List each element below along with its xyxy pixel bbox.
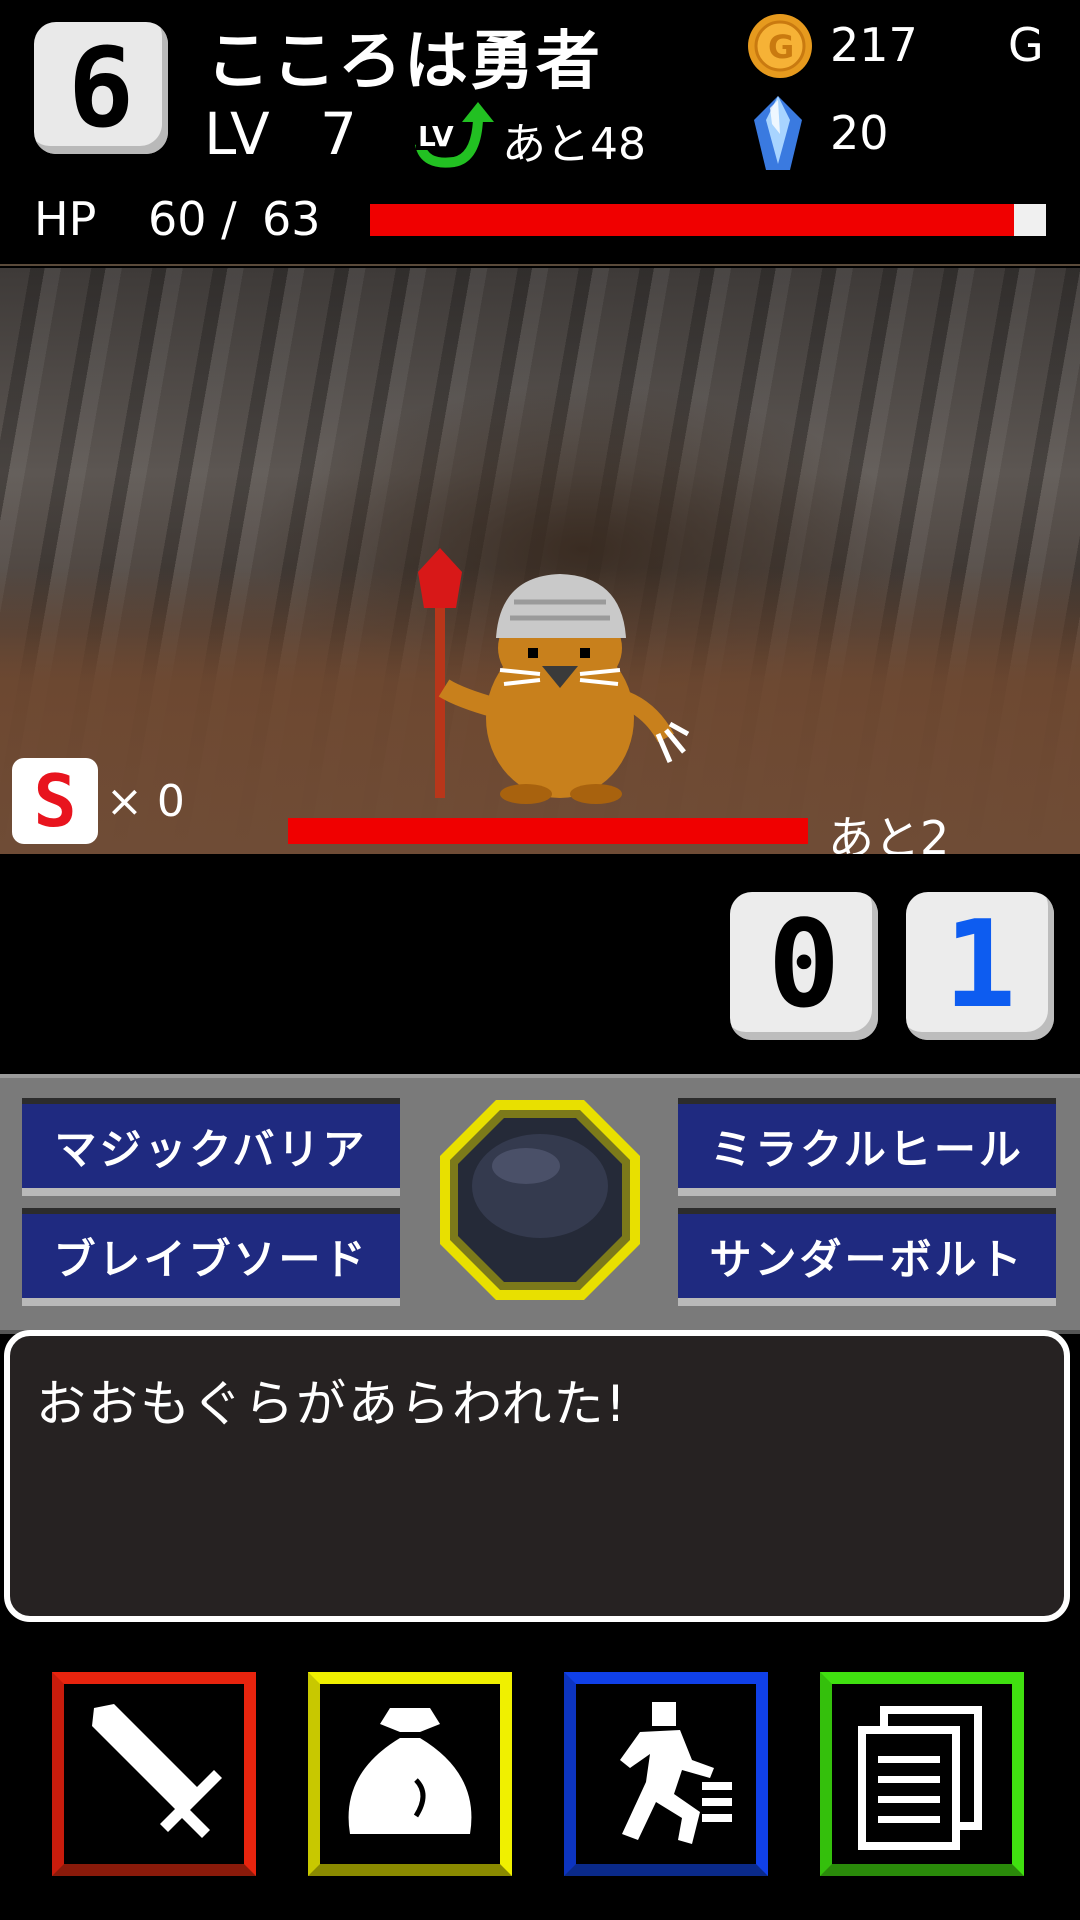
battle-scene: S × 0 あと2 bbox=[0, 268, 1080, 854]
skill-magic-barrier-button[interactable]: マジックバリア bbox=[22, 1098, 400, 1196]
battle-message: おおもぐらがあらわれた! bbox=[36, 1375, 628, 1433]
combo-digit-ones-value: 1 bbox=[943, 896, 1017, 1035]
player-name: こころは勇者 bbox=[206, 25, 602, 99]
enemy-remaining: あと2 bbox=[828, 811, 950, 854]
bag-icon bbox=[348, 1708, 472, 1834]
player-hp-fill bbox=[370, 204, 1014, 236]
item-button[interactable] bbox=[308, 1672, 512, 1876]
header-divider bbox=[0, 264, 1080, 266]
sword-icon bbox=[92, 1704, 222, 1838]
s-rank-letter: S bbox=[33, 759, 77, 843]
level-label: LV bbox=[204, 100, 270, 168]
message-box: おおもぐらがあらわれた! bbox=[4, 1330, 1070, 1622]
next-level-remaining: あと48 bbox=[502, 119, 646, 170]
level-up-icon: LV bbox=[415, 102, 494, 168]
skill-orb-button[interactable] bbox=[436, 1096, 644, 1304]
gold-coin-icon: G bbox=[748, 14, 812, 78]
s-rank-badge: S bbox=[12, 758, 98, 844]
crystal-value: 20 bbox=[830, 106, 889, 160]
floor-badge: 6 bbox=[34, 22, 168, 154]
mole-monster[interactable] bbox=[400, 548, 690, 808]
enemy-hp-bar bbox=[288, 818, 808, 844]
svg-text:LV: LV bbox=[418, 120, 454, 153]
skill-thunderbolt-button[interactable]: サンダーボルト bbox=[678, 1208, 1056, 1306]
hp-current: 60 / bbox=[148, 192, 237, 246]
combo-digit-tens: 0 bbox=[730, 892, 878, 1040]
menu-button[interactable] bbox=[820, 1672, 1024, 1876]
skill-miracle-heal-button[interactable]: ミラクルヒール bbox=[678, 1098, 1056, 1196]
skill-brave-sword-button[interactable]: ブレイブソード bbox=[22, 1208, 400, 1306]
attack-button[interactable] bbox=[52, 1672, 256, 1876]
floor-number: 6 bbox=[67, 24, 135, 152]
combo-digit-ones: 1 bbox=[906, 892, 1054, 1040]
combo-digit-tens-value: 0 bbox=[767, 896, 841, 1035]
crystal-icon bbox=[754, 96, 802, 170]
svg-text:G: G bbox=[768, 28, 794, 66]
documents-icon bbox=[858, 1706, 982, 1850]
s-rank-count: × 0 bbox=[106, 776, 185, 827]
run-icon bbox=[620, 1702, 732, 1844]
level-value: 7 bbox=[320, 100, 357, 168]
flee-button[interactable] bbox=[564, 1672, 768, 1876]
hp-label: HP bbox=[34, 192, 97, 246]
hp-max: 63 bbox=[262, 192, 321, 246]
gold-unit: G bbox=[1008, 18, 1044, 72]
gold-value: 217 bbox=[830, 18, 918, 72]
player-hp-bar bbox=[370, 204, 1046, 236]
